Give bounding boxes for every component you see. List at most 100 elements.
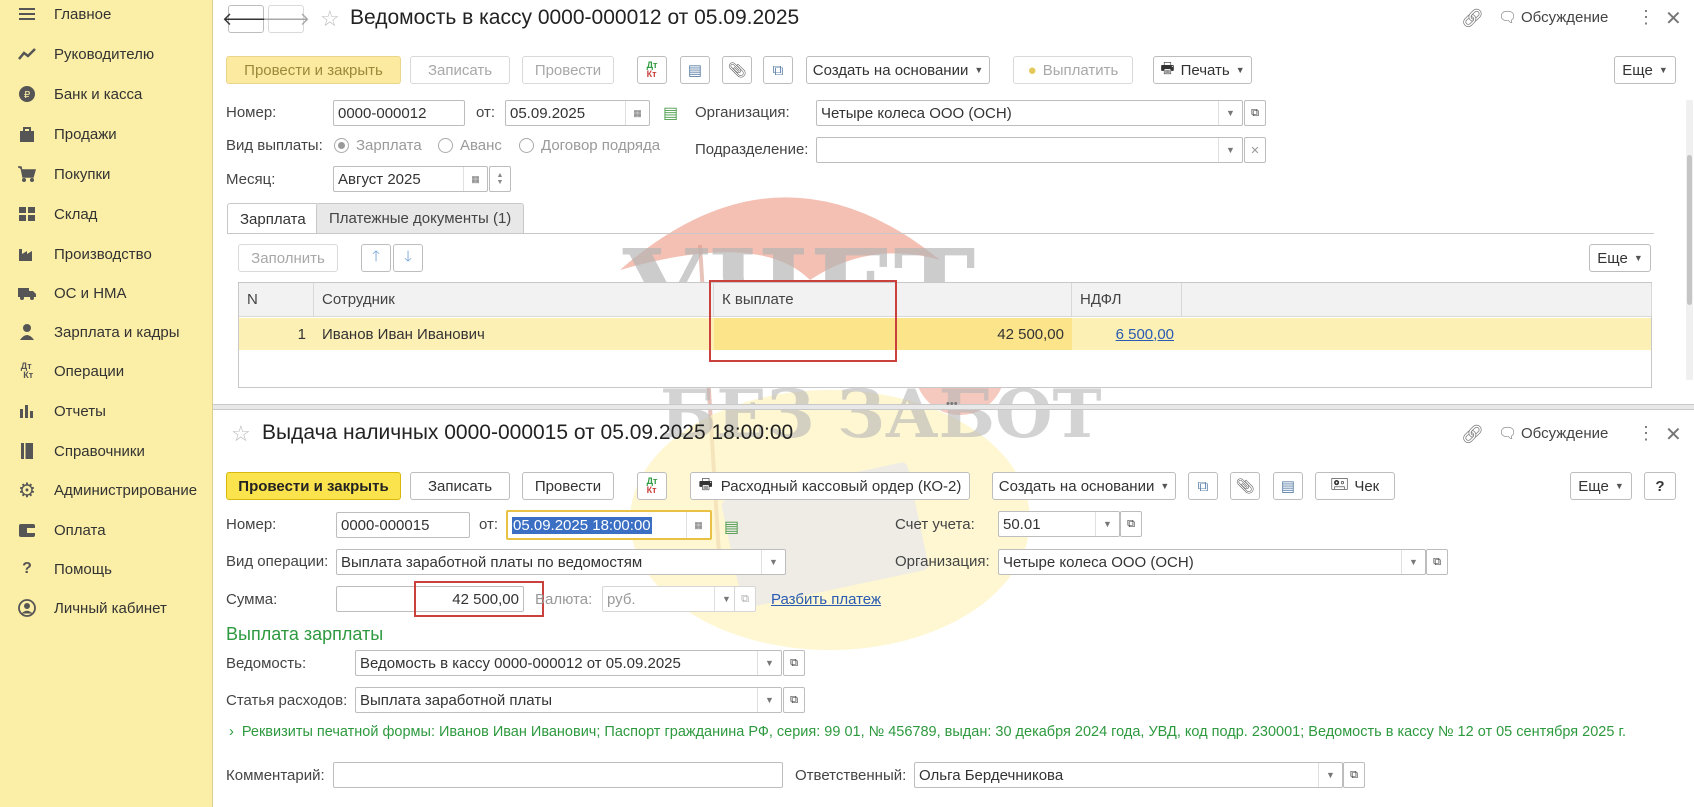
calendar-icon[interactable]: ▦ bbox=[686, 512, 710, 538]
account-open-button[interactable]: ⧉ bbox=[1120, 511, 1142, 537]
pay-button[interactable]: ● Выплатить bbox=[1013, 56, 1133, 84]
chevron-down-icon[interactable]: ▼ bbox=[757, 651, 781, 675]
print-button[interactable]: 🖶 Печать ▼ bbox=[1153, 56, 1252, 84]
col-n[interactable]: N bbox=[239, 283, 314, 317]
radio-salary[interactable]: Зарплата bbox=[334, 137, 422, 154]
attach-button[interactable]: 📎︎ bbox=[1230, 472, 1260, 500]
cell-ndfl-link[interactable]: 6 500,00 bbox=[1072, 318, 1182, 350]
more-vertical-icon[interactable]: ⋮ bbox=[1637, 423, 1655, 444]
document-link-icon[interactable]: ▤ bbox=[724, 517, 739, 537]
sidebar-item-main[interactable]: Главное bbox=[0, 0, 213, 32]
favorite-star-icon[interactable]: ☆ bbox=[320, 6, 340, 32]
move-down-button[interactable]: 🡓 bbox=[393, 244, 423, 272]
sidebar-item-operations[interactable]: Дт Кт Операции bbox=[0, 353, 213, 389]
dept-field[interactable]: ▼ bbox=[816, 137, 1243, 163]
more-vertical-icon[interactable]: ⋮ bbox=[1637, 7, 1655, 28]
save-button[interactable]: Записать bbox=[410, 472, 510, 500]
chevron-down-icon[interactable]: ▼ bbox=[761, 550, 785, 574]
chevron-down-icon[interactable]: ▼ bbox=[757, 688, 781, 712]
currency-field[interactable]: руб. ▼ bbox=[602, 586, 739, 612]
close-icon[interactable]: ✕ bbox=[1665, 6, 1682, 31]
link-icon[interactable]: 🔗︎ bbox=[1461, 8, 1484, 29]
list-button[interactable]: ▤ bbox=[1273, 472, 1303, 500]
create-based-button[interactable]: Создать на основании ▼ bbox=[806, 56, 990, 84]
post-close-button[interactable]: Провести и закрыть bbox=[226, 56, 401, 84]
discussion-icon[interactable]: 🗨︎ bbox=[1498, 8, 1517, 26]
forward-button[interactable]: 🡒 bbox=[262, 5, 310, 33]
scrollbar-thumb[interactable] bbox=[1687, 155, 1692, 305]
sidebar-item-warehouse[interactable]: Склад bbox=[0, 196, 213, 232]
statement-open-button[interactable]: ⧉ bbox=[783, 650, 805, 676]
close-icon[interactable]: ✕ bbox=[1665, 422, 1682, 447]
discussion-link[interactable]: Обсуждение bbox=[1521, 425, 1608, 442]
month-stepper[interactable]: ▲ ▼ bbox=[489, 166, 511, 192]
check-button[interactable]: 🖭 Чек bbox=[1315, 472, 1395, 500]
chevron-down-icon[interactable]: ▼ bbox=[1218, 101, 1242, 125]
sidebar-item-references[interactable]: Справочники bbox=[0, 433, 213, 469]
responsible-field[interactable]: Ольга Бердечникова ▼ bbox=[914, 762, 1343, 788]
chevron-down-icon[interactable]: ▼ bbox=[1095, 512, 1119, 536]
sidebar-item-purchases[interactable]: Покупки bbox=[0, 156, 213, 192]
favorite-star-icon[interactable]: ☆ bbox=[231, 421, 251, 447]
sidebar-item-admin[interactable]: ⚙ Администрирование bbox=[0, 472, 213, 508]
radio-contract[interactable]: Договор подряда bbox=[519, 137, 660, 154]
date-field[interactable]: 05.09.2025 18:00:00 ▦ bbox=[506, 510, 712, 540]
tab-payment-docs[interactable]: Платежные документы (1) bbox=[316, 203, 525, 233]
split-payment-link[interactable]: Разбить платеж bbox=[771, 591, 881, 608]
dtkt-button[interactable]: Дт Кт bbox=[637, 472, 667, 500]
more-button[interactable]: Еще ▼ bbox=[1614, 56, 1676, 84]
create-based-button[interactable]: Создать на основании ▼ bbox=[992, 472, 1176, 500]
sidebar-item-account[interactable]: Личный кабинет bbox=[0, 590, 213, 626]
number-field[interactable]: 0000-000015 bbox=[336, 512, 470, 538]
expense-open-button[interactable]: ⧉ bbox=[783, 687, 805, 713]
scrollbar-track[interactable] bbox=[1686, 100, 1693, 380]
help-button[interactable]: ? bbox=[1644, 472, 1676, 500]
org-field[interactable]: Четыре колеса ООО (ОСН) ▼ bbox=[998, 549, 1426, 575]
link-icon[interactable]: 🔗︎ bbox=[1461, 424, 1484, 445]
splitter[interactable]: ••• bbox=[213, 398, 1694, 410]
account-field[interactable]: 50.01 ▼ bbox=[998, 511, 1120, 537]
structure-button[interactable]: ⧉ bbox=[763, 56, 793, 84]
post-button[interactable]: Провести bbox=[522, 472, 614, 500]
sum-field[interactable]: 42 500,00 bbox=[336, 586, 524, 612]
document-link-icon[interactable]: ▤ bbox=[663, 103, 678, 123]
post-close-button[interactable]: Провести и закрыть bbox=[226, 472, 401, 500]
cash-order-button[interactable]: 🖶 Расходный кассовый ордер (КО-2) bbox=[690, 472, 970, 500]
col-employee[interactable]: Сотрудник bbox=[314, 283, 714, 317]
attach-button[interactable]: 📎︎ bbox=[722, 56, 752, 84]
move-up-button[interactable]: 🡑 bbox=[361, 244, 391, 272]
dtkt-button[interactable]: Дт Кт bbox=[637, 56, 667, 84]
post-button[interactable]: Провести bbox=[522, 56, 614, 84]
grid-more-button[interactable]: Еще ▼ bbox=[1589, 244, 1651, 272]
sidebar-item-fixed-assets[interactable]: ОС и НМА bbox=[0, 275, 213, 311]
list-button[interactable]: ▤ bbox=[680, 56, 710, 84]
more-button[interactable]: Еще ▼ bbox=[1570, 472, 1632, 500]
sidebar-item-help[interactable]: ? Помощь bbox=[0, 551, 213, 587]
statement-field[interactable]: Ведомость в кассу 0000-000012 от 05.09.2… bbox=[355, 650, 782, 676]
sidebar-item-salary-hr[interactable]: Зарплата и кадры bbox=[0, 314, 213, 350]
number-field[interactable]: 0000-000012 bbox=[333, 100, 465, 126]
back-button[interactable]: 🡐 bbox=[222, 5, 270, 33]
sidebar-item-sales[interactable]: Продажи bbox=[0, 116, 213, 152]
discussion-icon[interactable]: 🗨︎ bbox=[1498, 424, 1517, 442]
sidebar-item-production[interactable]: Производство bbox=[0, 236, 213, 272]
tab-salary[interactable]: Зарплата bbox=[227, 203, 319, 234]
date-field[interactable]: 05.09.2025 ▦ bbox=[505, 100, 650, 126]
month-field[interactable]: Август 2025 ▦ bbox=[333, 166, 488, 192]
sidebar-item-bank[interactable]: ₽ Банк и касса bbox=[0, 76, 213, 112]
optype-field[interactable]: Выплата заработной платы по ведомостям ▼ bbox=[336, 549, 786, 575]
table-row[interactable]: 1 Иванов Иван Иванович 42 500,00 6 500,0… bbox=[239, 318, 1651, 350]
col-ndfl[interactable]: НДФЛ bbox=[1072, 283, 1182, 317]
structure-button[interactable]: ⧉ bbox=[1188, 472, 1218, 500]
org-field[interactable]: Четыре колеса ООО (ОСН) ▼ bbox=[816, 100, 1243, 126]
calendar-icon[interactable]: ▦ bbox=[463, 167, 487, 191]
calendar-icon[interactable]: ▦ bbox=[625, 101, 649, 125]
requisites-toggle[interactable]: › Реквизиты печатной формы: Иванов Иван И… bbox=[229, 724, 1626, 740]
org-open-button[interactable]: ⧉ bbox=[1244, 100, 1266, 126]
radio-advance[interactable]: Аванс bbox=[438, 137, 502, 154]
chevron-down-icon[interactable]: ▼ bbox=[1218, 138, 1242, 162]
save-button[interactable]: Записать bbox=[410, 56, 510, 84]
fill-button[interactable]: Заполнить bbox=[238, 244, 338, 272]
dept-clear-button[interactable]: ✕ bbox=[1244, 137, 1266, 163]
sidebar-item-director[interactable]: Руководителю bbox=[0, 36, 213, 72]
